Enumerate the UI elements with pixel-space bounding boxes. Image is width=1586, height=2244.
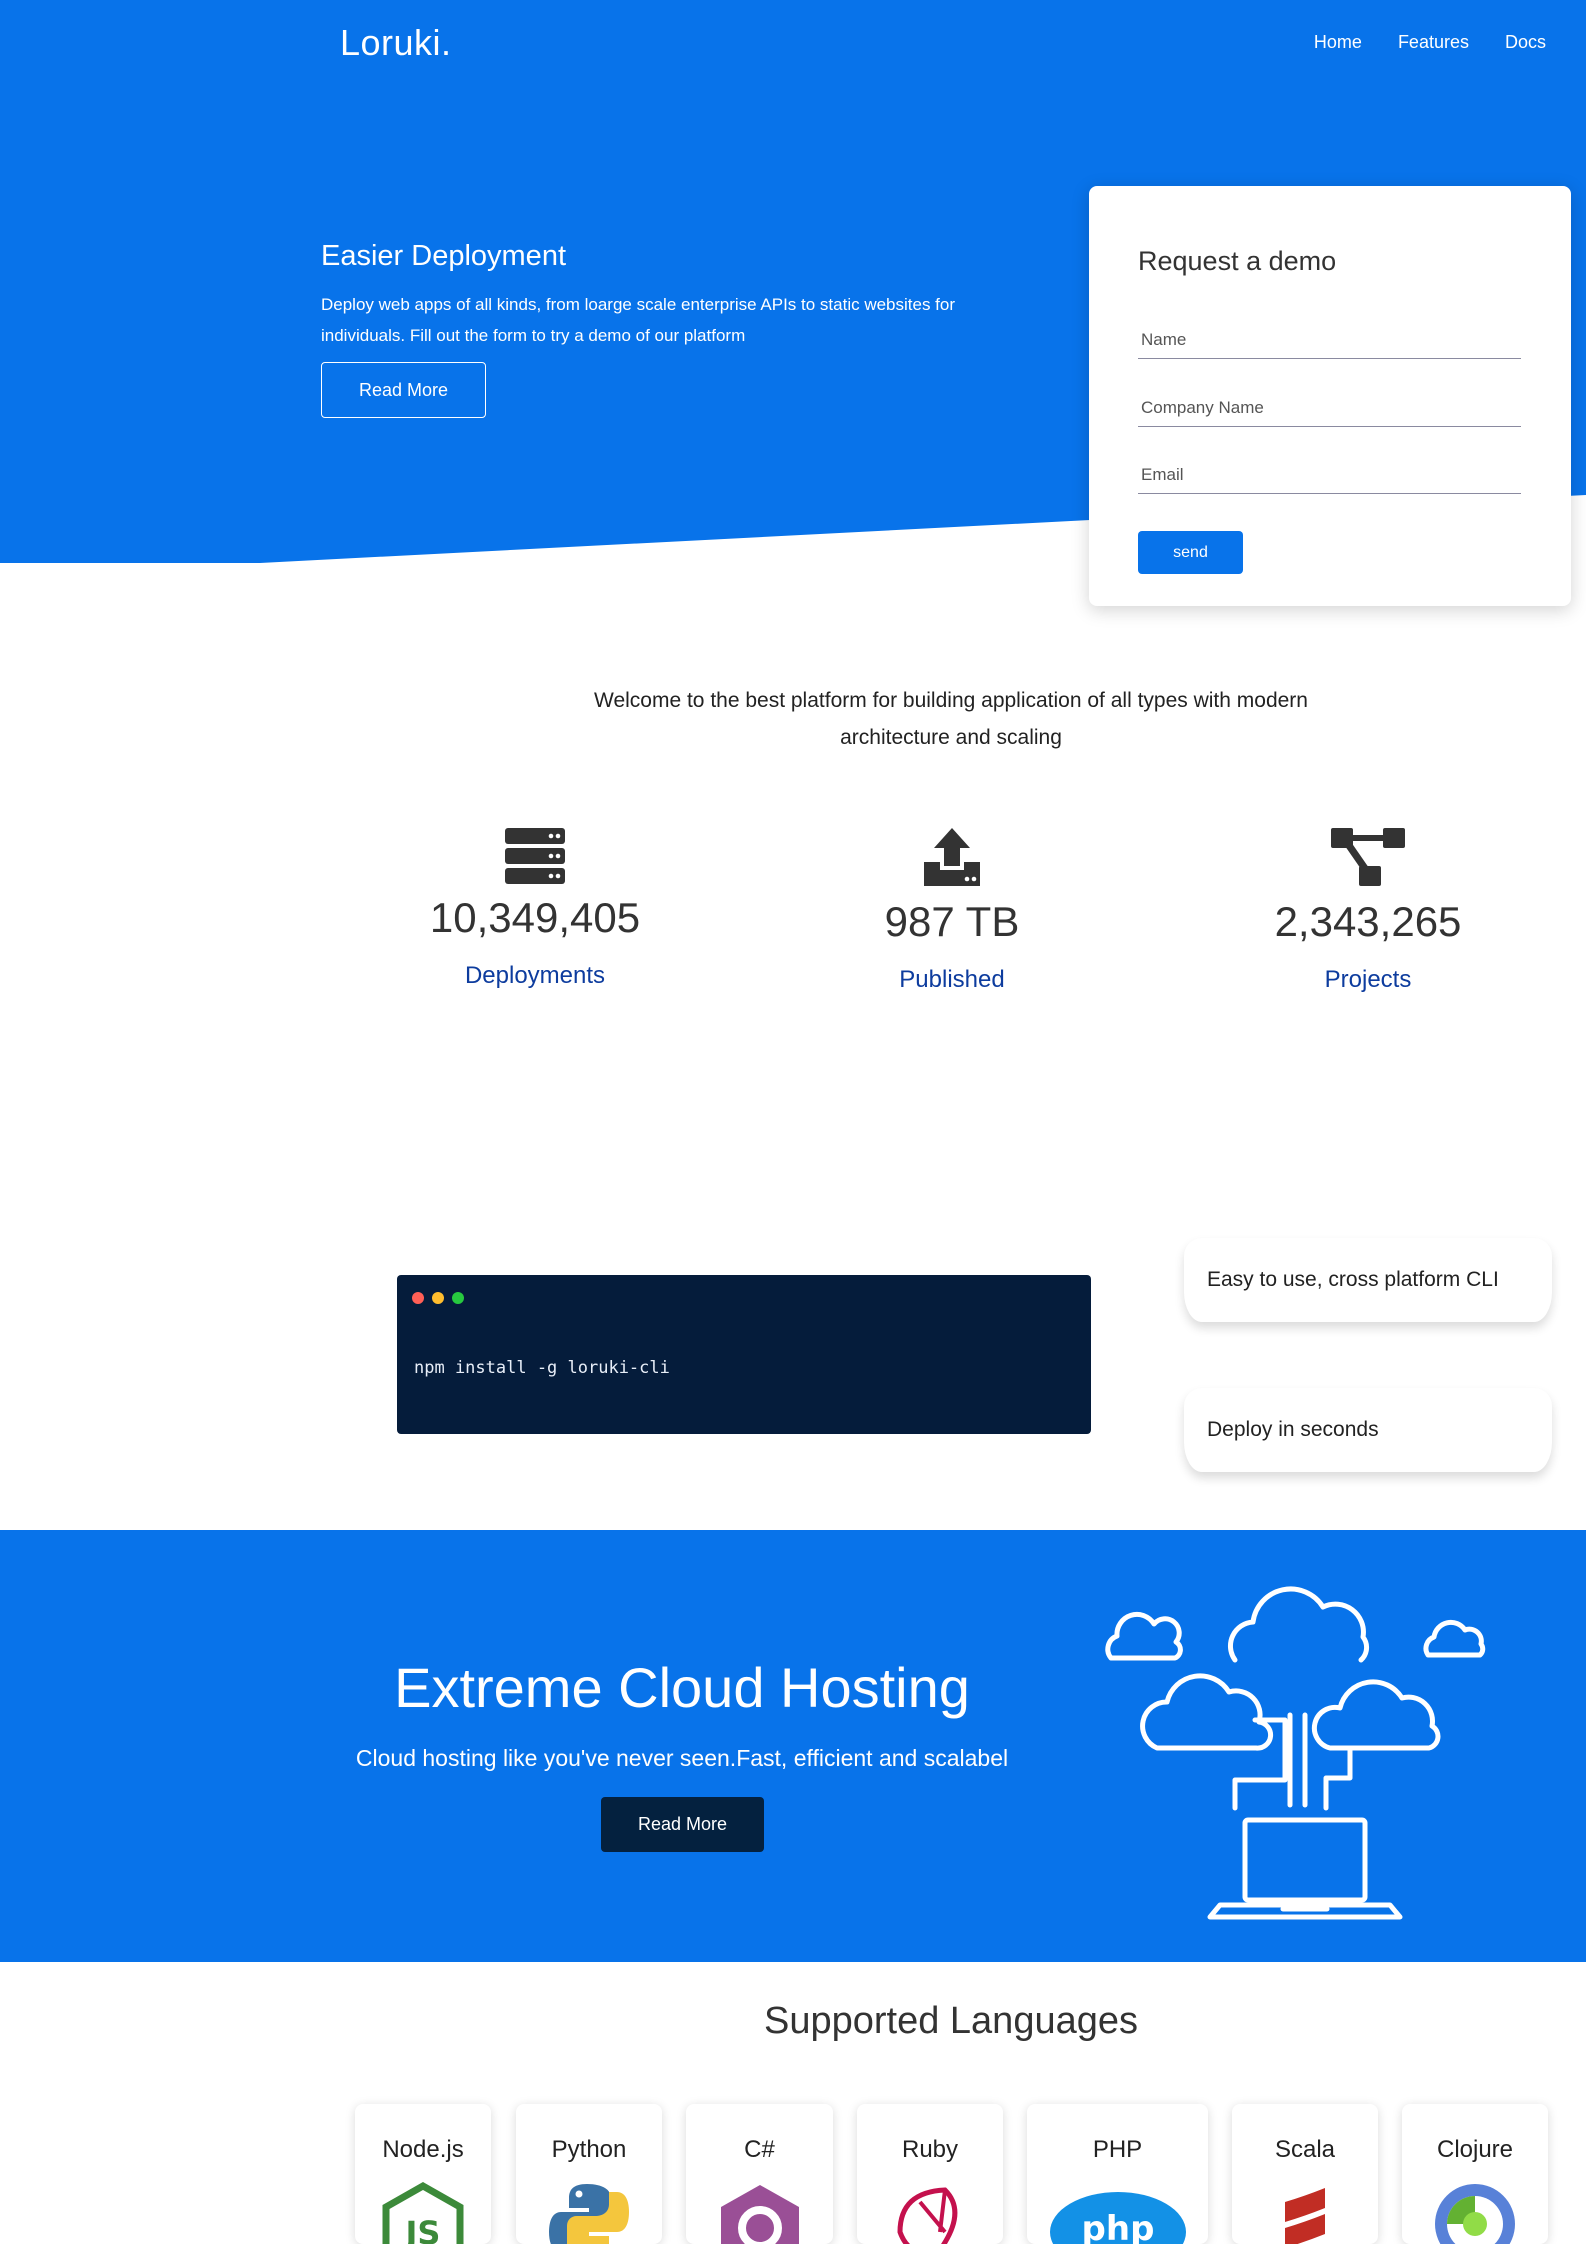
ruby-icon — [897, 2187, 958, 2244]
project-diagram-icon — [1331, 828, 1405, 886]
cloud-read-more-button[interactable]: Read More — [601, 1797, 764, 1852]
svg-text:JS: JS — [404, 2214, 441, 2244]
hero-content: Easier Deployment Deploy web apps of all… — [321, 240, 1001, 351]
scala-icon — [1285, 2188, 1325, 2244]
stat-value: 987 TB — [884, 898, 1020, 945]
language-card-scala[interactable]: Scala — [1232, 2104, 1378, 2244]
feature-bubble-deploy: Deploy in seconds — [1184, 1388, 1552, 1472]
cloud-laptop-illustration — [1105, 1586, 1486, 1920]
language-card-nodejs[interactable]: Node.js JS — [355, 2104, 491, 2244]
language-name: PHP — [1092, 2136, 1143, 2163]
nav-features[interactable]: Features — [1398, 32, 1469, 53]
nav-home[interactable]: Home — [1314, 32, 1362, 53]
email-field[interactable] — [1138, 456, 1521, 494]
language-card-php[interactable]: PHP php — [1027, 2104, 1208, 2244]
language-name: Ruby — [901, 2136, 959, 2163]
python-icon — [549, 2184, 629, 2244]
terminal-close-dot — [412, 1292, 424, 1304]
language-name: Node.js — [382, 2136, 464, 2163]
brand-logo[interactable]: Loruki. — [340, 22, 452, 64]
upload-icon — [924, 828, 980, 886]
nodejs-icon: JS — [382, 2182, 464, 2244]
stat-value: 2,343,265 — [1274, 898, 1462, 945]
languages-title: Supported Languages — [764, 2000, 1138, 2042]
welcome-text: Welcome to the best platform for buildin… — [594, 689, 1308, 749]
terminal-maximize-dot — [452, 1292, 464, 1304]
stat-label[interactable]: Deployments — [375, 962, 695, 990]
cloud-hosting-section: Extreme Cloud Hosting Cloud hosting like… — [0, 1530, 1586, 1962]
language-card-csharp[interactable]: C# — [686, 2104, 833, 2244]
hero-title: Easier Deployment — [321, 240, 566, 272]
send-button[interactable]: send — [1138, 531, 1243, 574]
language-card-clojure[interactable]: Clojure — [1402, 2104, 1548, 2244]
stat-label[interactable]: Published — [792, 966, 1112, 994]
demo-form-title: Request a demo — [1138, 246, 1337, 276]
php-icon: php — [1049, 2192, 1186, 2244]
language-name: Clojure — [1436, 2136, 1514, 2163]
stat-value: 10,349,405 — [429, 894, 641, 941]
cloud-subtitle: Cloud hosting like you've never seen.Fas… — [355, 1745, 1009, 1771]
main-nav: Home Features Docs — [1314, 32, 1546, 53]
language-name: C# — [744, 2136, 775, 2163]
hero-read-more-button[interactable]: Read More — [321, 362, 486, 418]
company-name-field[interactable] — [1138, 389, 1521, 427]
terminal-command[interactable]: npm install -g loruki-cli — [414, 1358, 670, 1378]
cli-terminal: npm install -g loruki-cli — [397, 1275, 1091, 1434]
hero-description: Deploy web apps of all kinds, from loarg… — [321, 295, 956, 345]
server-icon — [505, 828, 565, 884]
clojure-icon — [1435, 2184, 1515, 2244]
language-name: Python — [551, 2136, 627, 2163]
language-name: Scala — [1274, 2136, 1336, 2163]
csharp-icon — [720, 2185, 799, 2244]
stat-published: 987 TB Published — [792, 828, 1112, 994]
name-field[interactable] — [1138, 321, 1521, 359]
nav-docs[interactable]: Docs — [1505, 32, 1546, 53]
stat-label[interactable]: Projects — [1208, 966, 1528, 994]
stat-deployments: 10,349,405 Deployments — [375, 828, 695, 990]
language-card-ruby[interactable]: Ruby — [857, 2104, 1003, 2244]
stat-projects: 2,343,265 Projects — [1208, 828, 1528, 994]
demo-request-card: Request a demo send — [1089, 186, 1571, 606]
cloud-title: Extreme Cloud Hosting — [394, 1656, 970, 1719]
language-card-python[interactable]: Python — [516, 2104, 662, 2244]
feature-bubble-cli: Easy to use, cross platform CLI — [1184, 1238, 1552, 1322]
svg-text:php: php — [1081, 2209, 1154, 2244]
terminal-minimize-dot — [432, 1292, 444, 1304]
